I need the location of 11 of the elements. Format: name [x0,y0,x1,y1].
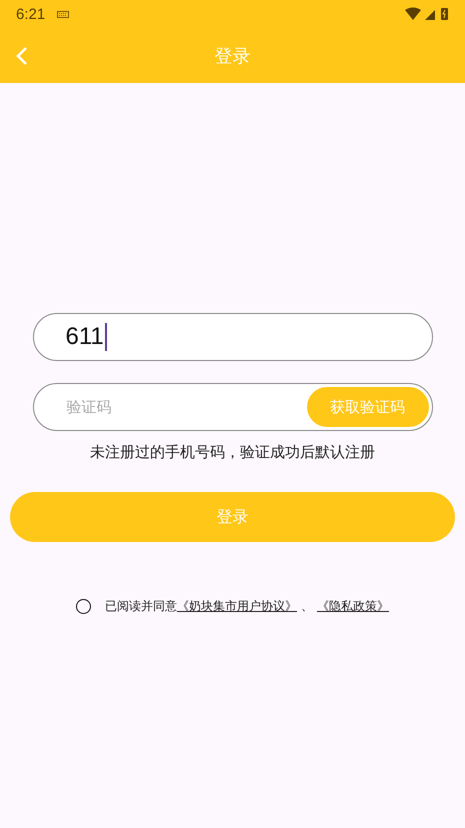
separator-text: 、 [301,598,313,615]
keyboard-icon [57,10,70,18]
status-time: 6:21 [16,6,46,22]
agree-checkbox[interactable] [76,599,91,614]
page-title: 登录 [214,44,252,68]
agreement-link[interactable]: 《奶块集市用户协议》 [177,598,297,615]
hint-text: 未注册过的手机号码，验证成功后默认注册 [90,443,375,462]
phone-field[interactable]: 611 [32,313,432,361]
agreement-link[interactable]: 《隐私政策》 [317,598,389,615]
agreement-text: 已阅读并同意 [105,598,177,615]
status-icons-drawing [405,7,449,21]
